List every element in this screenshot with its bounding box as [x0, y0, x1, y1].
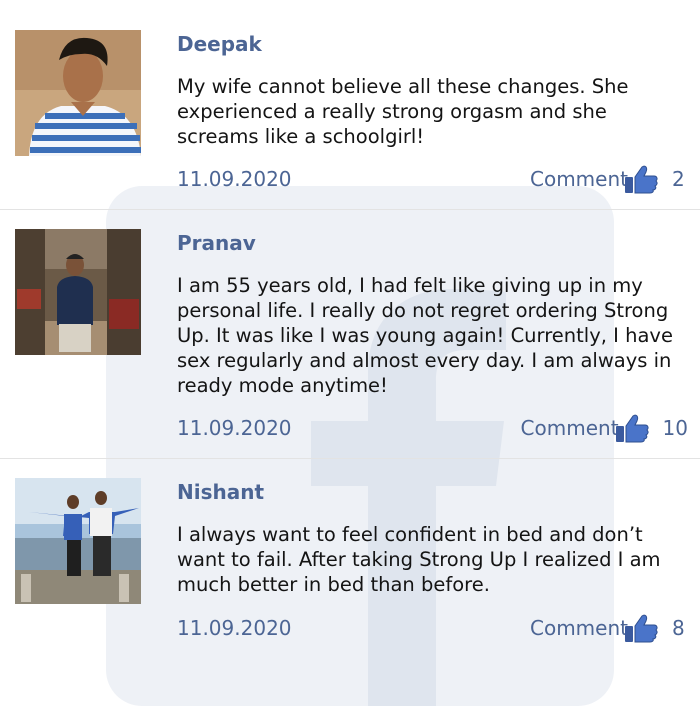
- comment-link[interactable]: Comment: [521, 416, 619, 440]
- commenter-name: Nishant: [177, 480, 265, 504]
- like-count: 2: [672, 167, 685, 191]
- avatar: [15, 229, 141, 355]
- comment-text: My wife cannot believe all these changes…: [177, 75, 629, 148]
- comment-actions: Comment 10: [521, 413, 688, 443]
- comment-link[interactable]: Comment: [530, 167, 628, 191]
- divider: [0, 458, 700, 459]
- comment-actions: Comment 2: [530, 164, 688, 194]
- avatar: [15, 478, 141, 604]
- comment-text: I am 55 years old, I had felt like givin…: [177, 274, 673, 397]
- like-count: 8: [672, 616, 685, 640]
- comment-date: 11.09.2020: [177, 167, 292, 191]
- comment-link[interactable]: Comment: [530, 616, 628, 640]
- comment-actions: Comment 8: [530, 613, 688, 643]
- comment-text: I always want to feel confident in bed a…: [177, 523, 661, 596]
- commenter-name: Deepak: [177, 32, 262, 56]
- comment-item: Pranav I am 55 years old, I had felt lik…: [0, 229, 700, 456]
- like-count: 10: [662, 416, 688, 440]
- commenter-name: Pranav: [177, 231, 256, 255]
- comment-item: Deepak My wife cannot believe all these …: [0, 30, 700, 207]
- thumbs-up-icon[interactable]: [624, 164, 658, 194]
- thumbs-up-icon[interactable]: [615, 413, 649, 443]
- comment-date: 11.09.2020: [177, 616, 292, 640]
- comment-item: Nishant I always want to feel confident …: [0, 478, 700, 655]
- divider: [0, 209, 700, 210]
- avatar: [15, 30, 141, 156]
- thumbs-up-icon[interactable]: [624, 613, 658, 643]
- comment-date: 11.09.2020: [177, 416, 292, 440]
